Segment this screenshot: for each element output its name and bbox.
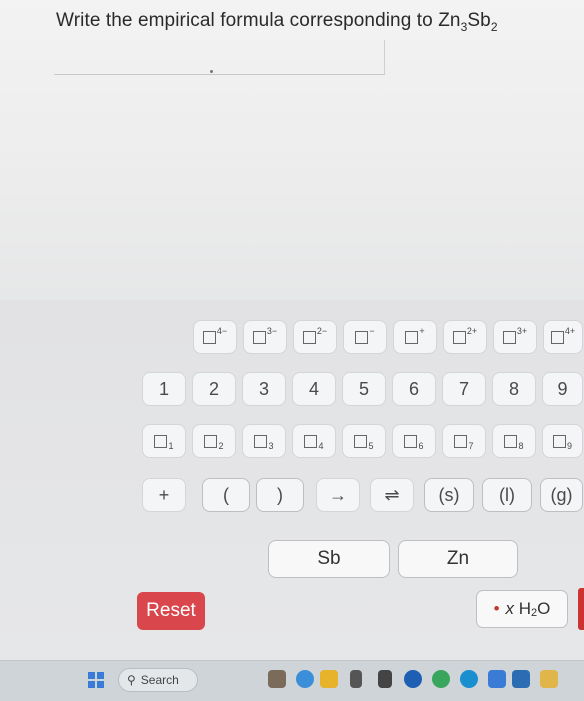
app-icon-7[interactable] (488, 670, 506, 688)
digit-key-1[interactable]: 1 (142, 372, 186, 406)
subscript-key-3[interactable]: 3 (242, 424, 286, 458)
open-paren-key[interactable]: ( (202, 478, 250, 512)
digit-key-6[interactable]: 6 (392, 372, 436, 406)
subscript-key-9[interactable]: 9 (542, 424, 583, 458)
subscript-row: 1 2 3 4 5 6 7 8 9 (0, 424, 584, 464)
charge-key-4plus[interactable]: 4+ (543, 320, 583, 354)
side-edge-bar (578, 588, 584, 630)
subscript-key-5[interactable]: 5 (342, 424, 386, 458)
question-area: Write the empirical formula correspondin… (0, 0, 584, 300)
chrome-icon[interactable] (432, 670, 450, 688)
subscript-key-1[interactable]: 1 (142, 424, 186, 458)
folder-icon[interactable] (540, 670, 558, 688)
app-icon-6[interactable] (404, 670, 422, 688)
equilibrium-key[interactable]: ⇌ (370, 478, 414, 512)
store-icon[interactable] (512, 670, 530, 688)
windows-start-icon[interactable] (88, 672, 104, 688)
question-text: Write the empirical formula correspondin… (56, 10, 498, 34)
digit-row: 1 2 3 4 5 6 7 8 9 (0, 372, 584, 412)
charge-key-2minus[interactable]: 2− (293, 320, 337, 354)
subscript-key-6[interactable]: 6 (392, 424, 436, 458)
digit-key-8[interactable]: 8 (492, 372, 536, 406)
search-icon: ⚲ (127, 673, 136, 687)
digit-key-2[interactable]: 2 (192, 372, 236, 406)
digit-key-9[interactable]: 9 (542, 372, 583, 406)
symbol-row: + ( ) → ⇌ (s) (l) (g) (0, 478, 584, 518)
cursor-dot (210, 70, 213, 73)
subscript-key-7[interactable]: 7 (442, 424, 486, 458)
charge-key-minus[interactable]: − (343, 320, 387, 354)
charge-key-2plus[interactable]: 2+ (443, 320, 487, 354)
digit-key-3[interactable]: 3 (242, 372, 286, 406)
digit-key-5[interactable]: 5 (342, 372, 386, 406)
liquid-state-key[interactable]: (l) (482, 478, 532, 512)
app-icon-2[interactable] (296, 670, 314, 688)
water-of-hydration-button[interactable]: • x H2O (476, 590, 568, 628)
taskbar-search[interactable]: ⚲ Search (118, 668, 198, 692)
subscript-key-2[interactable]: 2 (192, 424, 236, 458)
app-icon-4[interactable] (350, 670, 362, 688)
digit-key-4[interactable]: 4 (292, 372, 336, 406)
subscript-key-8[interactable]: 8 (492, 424, 536, 458)
subscript-key-4[interactable]: 4 (292, 424, 336, 458)
arrow-right-key[interactable]: → (316, 478, 360, 512)
charge-key-3plus[interactable]: 3+ (493, 320, 537, 354)
element-button-zn[interactable]: Zn (398, 540, 518, 578)
plus-key[interactable]: + (142, 478, 186, 512)
close-paren-key[interactable]: ) (256, 478, 304, 512)
digit-key-7[interactable]: 7 (442, 372, 486, 406)
solid-state-key[interactable]: (s) (424, 478, 474, 512)
charge-key-3minus[interactable]: 3− (243, 320, 287, 354)
charge-key-plus[interactable]: + (393, 320, 437, 354)
gas-state-key[interactable]: (g) (540, 478, 583, 512)
element-button-sb[interactable]: Sb (268, 540, 390, 578)
charge-row: 4− 3− 2− − + 2+ 3+ 4+ (0, 320, 584, 360)
app-icon-5[interactable] (378, 670, 392, 688)
app-icon-1[interactable] (268, 670, 286, 688)
reset-button[interactable]: Reset (137, 592, 205, 630)
charge-key-4minus[interactable]: 4− (193, 320, 237, 354)
app-icon-3[interactable] (320, 670, 338, 688)
edge-icon[interactable] (460, 670, 478, 688)
answer-input[interactable] (54, 40, 385, 75)
